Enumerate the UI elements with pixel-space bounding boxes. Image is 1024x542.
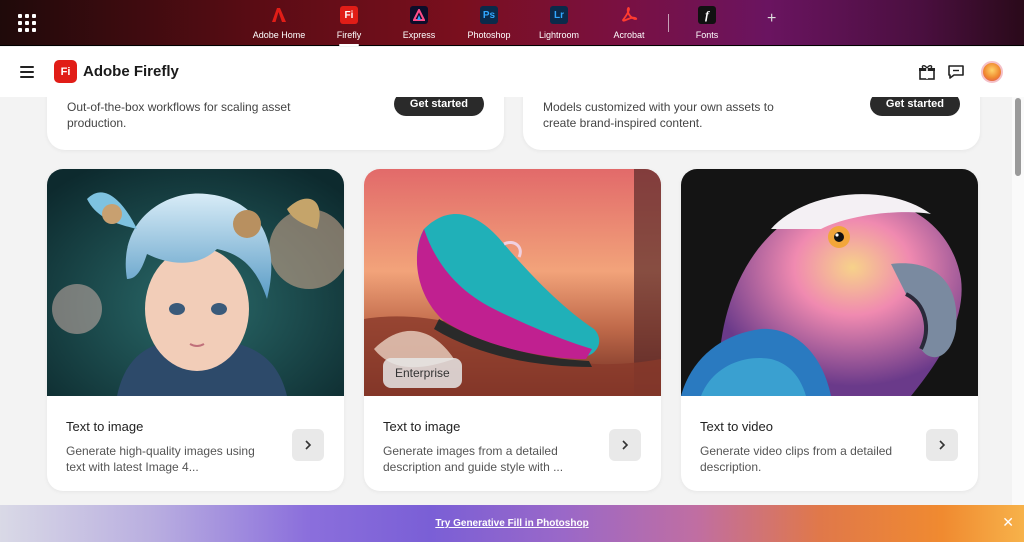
app-fonts[interactable]: f Fonts xyxy=(677,6,737,40)
get-started-button[interactable]: Get started xyxy=(869,97,960,116)
promo-link[interactable]: Try Generative Fill in Photoshop xyxy=(0,518,1024,529)
app-list: Adobe Home Fi Firefly Express Ps Photosh… xyxy=(244,6,776,46)
firefly-icon: Fi xyxy=(340,6,358,24)
chevron-right-icon xyxy=(622,440,629,450)
firefly-header: Fi Adobe Firefly xyxy=(0,47,1024,97)
app-switcher-bar: Adobe Home Fi Firefly Express Ps Photosh… xyxy=(0,0,1024,46)
app-label: Photoshop xyxy=(467,30,511,40)
close-icon[interactable]: ✕ xyxy=(1002,514,1014,531)
feature-card-text-to-video[interactable]: Text to video Generate video clips from … xyxy=(681,169,978,491)
menu-icon[interactable] xyxy=(20,66,34,78)
apps-grid-icon[interactable] xyxy=(18,14,36,32)
chevron-right-icon xyxy=(939,440,946,450)
card-title: Text to image xyxy=(383,419,461,434)
app-label: Fonts xyxy=(695,30,719,40)
open-arrow-button[interactable] xyxy=(292,429,324,461)
feedback-icon[interactable] xyxy=(947,63,965,81)
scrollbar-thumb[interactable] xyxy=(1015,98,1021,176)
open-arrow-button[interactable] xyxy=(609,429,641,461)
divider xyxy=(668,14,669,32)
card-description: Generate video clips from a detailed des… xyxy=(700,444,893,474)
app-acrobat[interactable]: Acrobat xyxy=(594,6,664,40)
app-label: Acrobat xyxy=(613,30,645,40)
main-content: Out-of-the-box workflows for scaling ass… xyxy=(0,97,1012,505)
firefly-logo[interactable]: Fi xyxy=(54,60,77,83)
app-lightroom[interactable]: Lr Lightroom xyxy=(524,6,594,40)
card-image: Enterprise xyxy=(364,169,661,396)
app-label: Lightroom xyxy=(538,30,580,40)
card-title: Text to video xyxy=(700,419,773,434)
add-app-icon[interactable]: + xyxy=(767,10,776,28)
custom-models-card[interactable]: Models customized with your own assets t… xyxy=(523,97,980,150)
promo-banner: Try Generative Fill in Photoshop ✕ xyxy=(0,505,1024,542)
gift-icon[interactable] xyxy=(918,63,936,81)
feature-card-text-to-image[interactable]: Text to image Generate high-quality imag… xyxy=(47,169,344,491)
workflow-card[interactable]: Out-of-the-box workflows for scaling ass… xyxy=(47,97,504,150)
app-express[interactable]: Express xyxy=(384,6,454,40)
app-adobe-home[interactable]: Adobe Home xyxy=(244,6,314,40)
card-description: Generate images from a detailed descript… xyxy=(383,444,564,474)
adobe-logo-icon xyxy=(270,6,288,24)
fonts-icon: f xyxy=(698,6,716,24)
app-label: Firefly xyxy=(336,30,362,40)
feature-card-text-to-image-enterprise[interactable]: Enterprise Text to image Generate images… xyxy=(364,169,661,491)
card-description: Generate high-quality images using text … xyxy=(66,444,255,474)
brand-name[interactable]: Adobe Firefly xyxy=(83,63,179,80)
chevron-right-icon xyxy=(305,440,312,450)
app-label: Adobe Home xyxy=(252,30,306,40)
card-image xyxy=(47,169,344,396)
app-label: Express xyxy=(402,30,436,40)
get-started-button[interactable]: Get started xyxy=(393,97,484,116)
app-photoshop[interactable]: Ps Photoshop xyxy=(454,6,524,40)
enterprise-badge: Enterprise xyxy=(383,358,462,388)
card-description: Models customized with your own assets t… xyxy=(543,100,774,130)
acrobat-icon xyxy=(620,6,638,24)
card-image xyxy=(681,169,978,396)
app-firefly[interactable]: Fi Firefly xyxy=(314,6,384,46)
avatar[interactable] xyxy=(981,61,1003,83)
card-description: Out-of-the-box workflows for scaling ass… xyxy=(67,100,291,130)
express-icon xyxy=(410,6,428,24)
open-arrow-button[interactable] xyxy=(926,429,958,461)
card-title: Text to image xyxy=(66,419,144,434)
photoshop-icon: Ps xyxy=(480,6,498,24)
lightroom-icon: Lr xyxy=(550,6,568,24)
